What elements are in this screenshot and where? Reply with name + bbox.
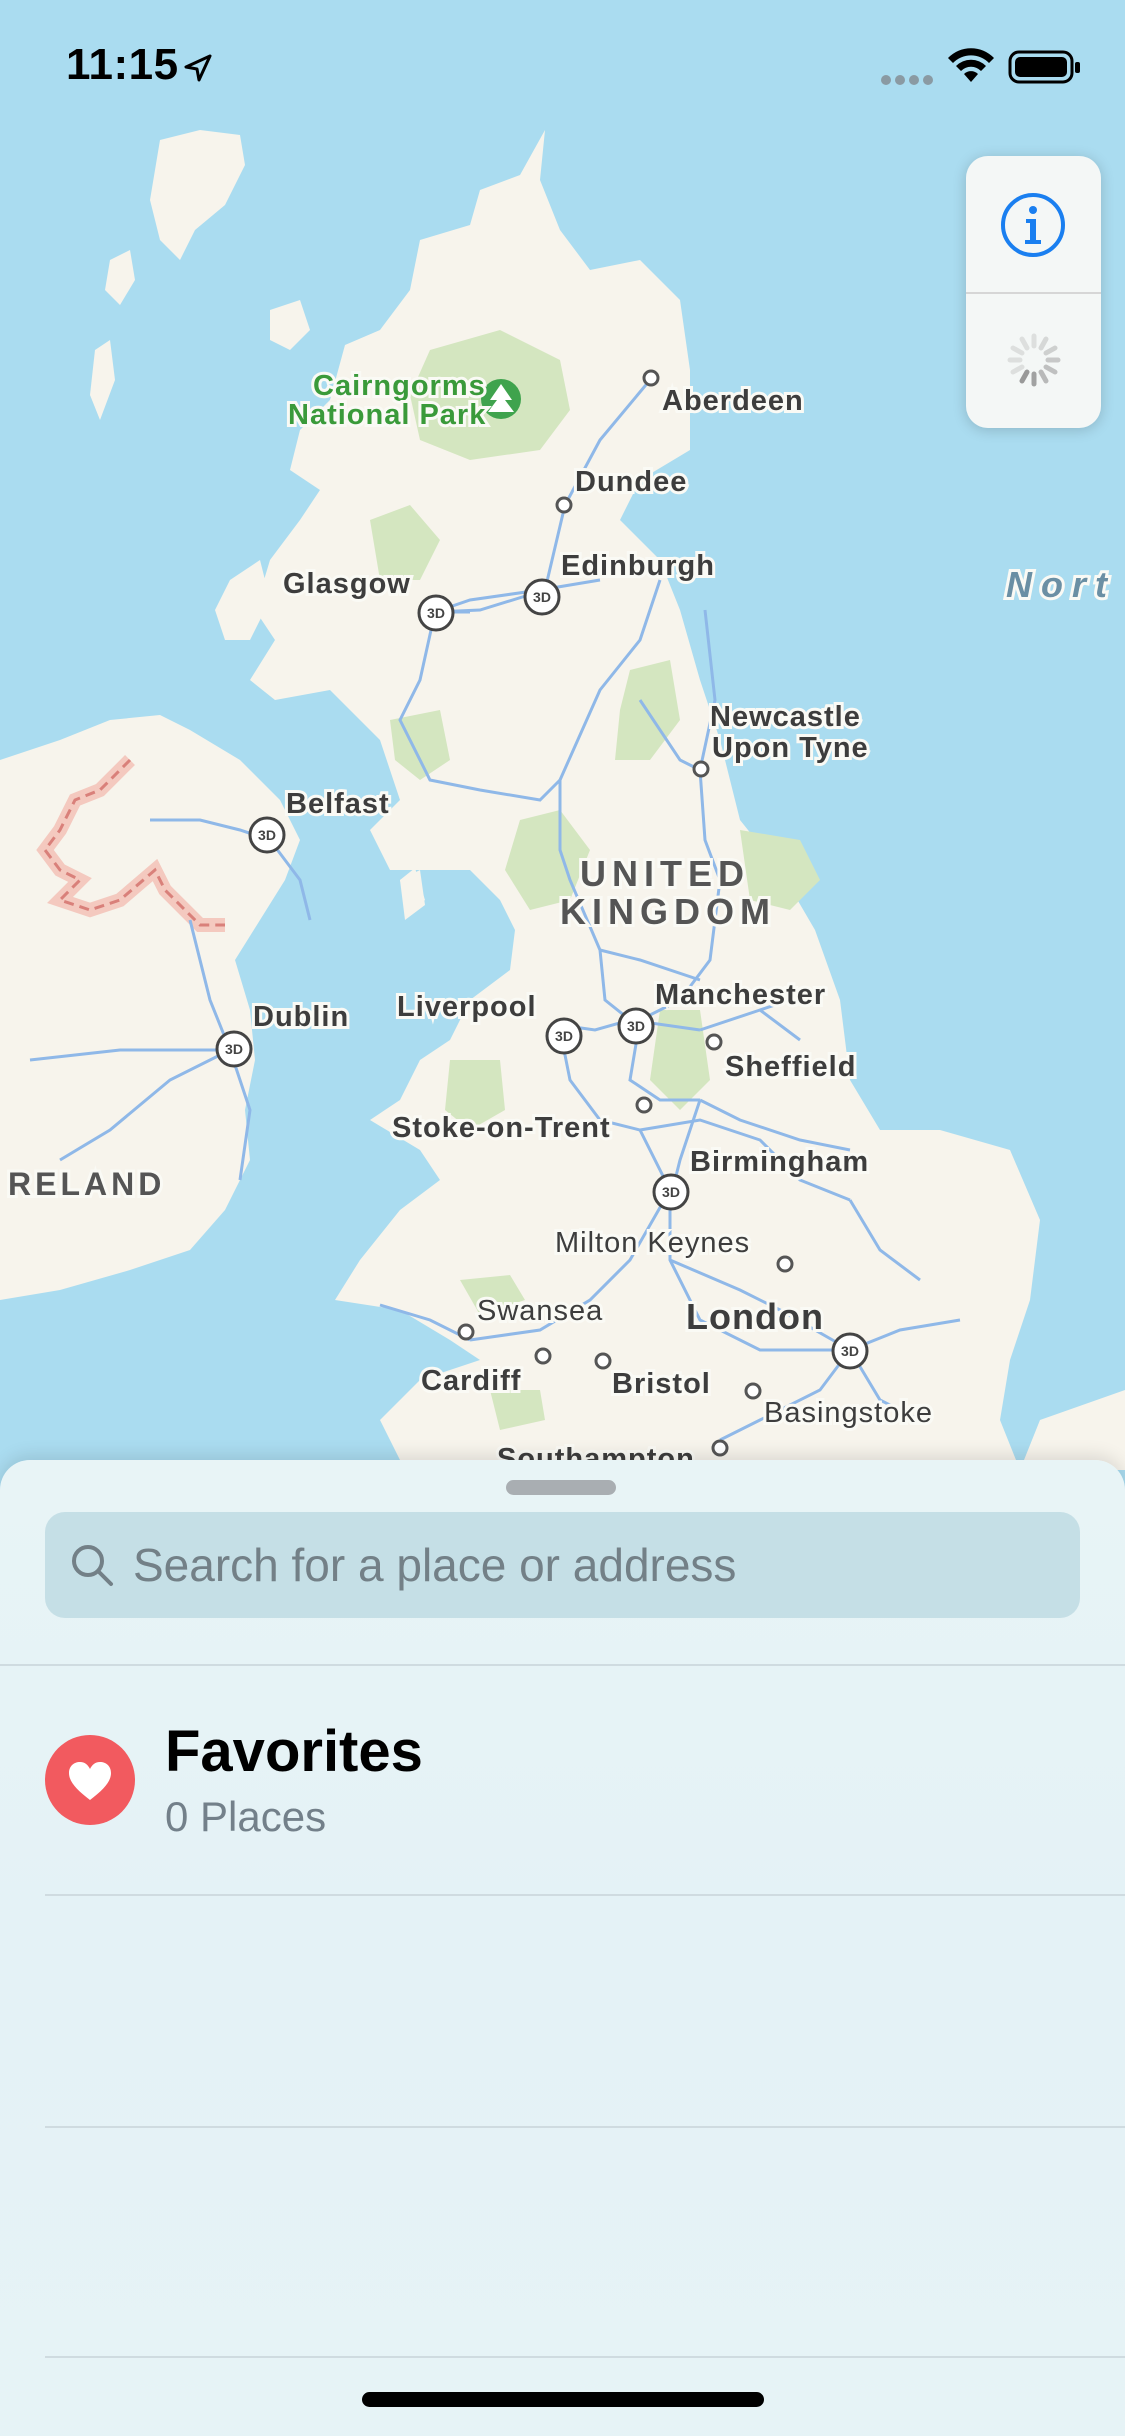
label-aberdeen: Aberdeen [662,385,804,417]
svg-text:3D: 3D [427,605,445,621]
cellular-signal-icon [881,75,933,85]
wifi-icon [948,48,994,82]
list-divider-3 [45,2356,1125,2358]
label-basingstoke: Basingstoke [764,1397,933,1429]
label-birmingham: Birmingham [690,1146,869,1178]
label-ireland: RELAND [8,1166,165,1202]
battery-icon [1008,50,1080,84]
label-stoke: Stoke-on-Trent [392,1112,611,1144]
info-button[interactable] [966,156,1101,292]
label-edinburgh: Edinburgh [561,550,715,582]
label-dublin: Dublin [253,1001,349,1033]
svg-text:3D: 3D [841,1343,859,1359]
label-sheffield: Sheffield [725,1051,856,1083]
label-belfast: Belfast [286,788,390,820]
label-bristol: Bristol [612,1368,711,1400]
activity-spinner-icon [1007,333,1061,387]
svg-text:3D: 3D [662,1184,680,1200]
label-upon-tyne: Upon Tyne [712,732,869,764]
bottom-sheet[interactable]: Search for a place or address Favorites … [0,1460,1125,2436]
label-milton-keynes: Milton Keynes [555,1227,750,1259]
list-divider-1 [45,1894,1125,1896]
search-icon [72,1545,113,1586]
label-glasgow: Glasgow [283,568,411,600]
svg-text:3D: 3D [225,1041,243,1057]
label-manchester: Manchester [655,979,826,1011]
heart-icon [69,1762,111,1800]
sheet-grabber[interactable] [506,1480,616,1495]
svg-text:3D: 3D [533,589,551,605]
search-placeholder: Search for a place or address [133,1539,737,1591]
status-time: 11:15 [66,40,179,89]
label-united: UNITED [580,853,750,894]
map-controls-panel [966,156,1101,428]
favorites-title: Favorites [165,1719,423,1784]
label-north-sea: Nort [1006,564,1116,605]
info-icon [1001,193,1065,257]
label-newcastle: Newcastle [710,701,861,733]
park-tree-icon [481,379,521,419]
svg-text:3D: 3D [627,1018,645,1034]
search-field[interactable]: Search for a place or address [45,1512,1080,1618]
label-london: London [686,1296,824,1337]
label-national-park: National Park [288,399,486,431]
svg-text:3D: 3D [258,827,276,843]
svg-text:3D: 3D [555,1028,573,1044]
label-cairngorms: Cairngorms [313,370,486,402]
label-swansea: Swansea [477,1295,603,1327]
location-button[interactable] [966,294,1101,428]
favorites-count: 0 Places [165,1793,327,1840]
map-view[interactable]: 3D 3D 3D 3D 3D 3D 3D 3D Aberdeen Cairngo… [0,0,1125,1470]
location-arrow-icon [184,54,212,82]
list-divider-2 [45,2126,1125,2128]
favorites-badge [45,1735,135,1825]
status-bar: 11:15 [0,0,1125,130]
home-indicator[interactable] [362,2392,764,2407]
label-dundee: Dundee [575,466,687,498]
label-cardiff: Cardiff [421,1365,521,1397]
label-liverpool: Liverpool [397,991,537,1023]
label-kingdom: KINGDOM [560,891,776,932]
